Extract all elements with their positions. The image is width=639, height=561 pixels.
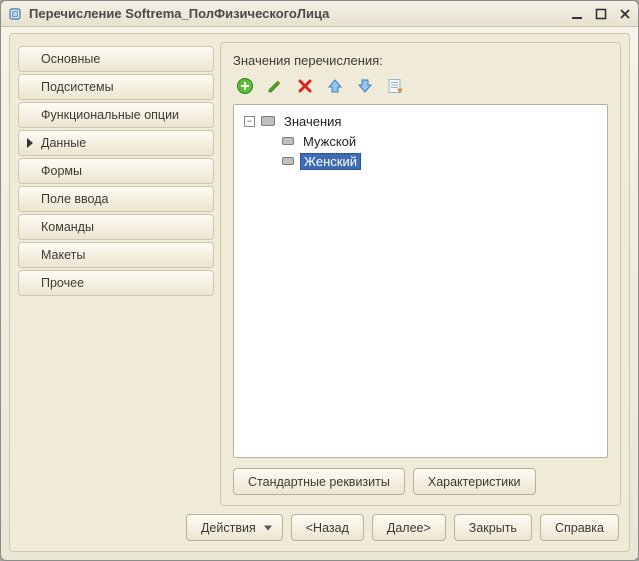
sidebar-item-subsystems[interactable]: Подсистемы	[18, 74, 214, 100]
button-label: Справка	[555, 521, 604, 535]
next-button[interactable]: Далее>	[372, 514, 446, 541]
move-down-button[interactable]	[355, 76, 375, 96]
sidebar-item-label: Функциональные опции	[41, 108, 179, 122]
values-tree[interactable]: − Значения Мужской Женский	[233, 104, 608, 458]
sidebar-item-label: Данные	[41, 136, 86, 150]
tree-root-row[interactable]: − Значения	[238, 111, 603, 131]
folder-icon	[261, 116, 275, 126]
sidebar-item-functional-options[interactable]: Функциональные опции	[18, 102, 214, 128]
sidebar-item-input-field[interactable]: Поле ввода	[18, 186, 214, 212]
footer: Действия <Назад Далее> Закрыть Справка	[18, 514, 621, 541]
window-frame: Перечисление Softrema_ПолФизическогоЛица…	[0, 0, 639, 561]
move-up-button[interactable]	[325, 76, 345, 96]
sidebar-item-commands[interactable]: Команды	[18, 214, 214, 240]
app-icon	[7, 6, 23, 22]
edit-button[interactable]	[265, 76, 285, 96]
list-button[interactable]	[385, 76, 405, 96]
tree-item-label: Женский	[300, 153, 361, 170]
sidebar-item-label: Основные	[41, 52, 100, 66]
close-button[interactable]	[618, 7, 632, 21]
sidebar: Основные Подсистемы Функциональные опции…	[18, 42, 214, 506]
button-label: Далее>	[387, 521, 431, 535]
sidebar-item-label: Поле ввода	[41, 192, 108, 206]
tree-root-label: Значения	[281, 114, 344, 129]
standard-requisites-button[interactable]: Стандартные реквизиты	[233, 468, 405, 495]
tree-item[interactable]: Женский	[238, 151, 603, 171]
content-panel: Значения перечисления:	[220, 42, 621, 506]
actions-dropdown[interactable]: Действия	[186, 514, 283, 541]
sidebar-item-label: Команды	[41, 220, 94, 234]
panel-label: Значения перечисления:	[233, 53, 608, 68]
button-label: Стандартные реквизиты	[248, 475, 390, 489]
sidebar-item-label: Прочее	[41, 276, 84, 290]
item-icon	[282, 137, 294, 145]
collapse-icon[interactable]: −	[244, 116, 255, 127]
tree-item-label: Мужской	[300, 134, 359, 149]
title-bar[interactable]: Перечисление Softrema_ПолФизическогоЛица	[1, 1, 638, 27]
button-label: <Назад	[306, 521, 349, 535]
button-label: Закрыть	[469, 521, 517, 535]
delete-button[interactable]	[295, 76, 315, 96]
sidebar-item-label: Макеты	[41, 248, 85, 262]
characteristics-button[interactable]: Характеристики	[413, 468, 536, 495]
sidebar-item-main[interactable]: Основные	[18, 46, 214, 72]
button-label: Действия	[201, 521, 256, 535]
window-title: Перечисление Softrema_ПолФизическогоЛица	[29, 6, 570, 21]
button-label: Характеристики	[428, 475, 521, 489]
minimize-button[interactable]	[570, 7, 584, 21]
item-icon	[282, 157, 294, 165]
sidebar-item-label: Подсистемы	[41, 80, 114, 94]
back-button[interactable]: <Назад	[291, 514, 364, 541]
sidebar-item-layouts[interactable]: Макеты	[18, 242, 214, 268]
toolbar	[233, 76, 608, 96]
sidebar-item-data[interactable]: Данные	[18, 130, 214, 156]
sidebar-item-forms[interactable]: Формы	[18, 158, 214, 184]
sidebar-item-label: Формы	[41, 164, 82, 178]
maximize-button[interactable]	[594, 7, 608, 21]
help-button[interactable]: Справка	[540, 514, 619, 541]
tree-item[interactable]: Мужской	[238, 131, 603, 151]
close-window-button[interactable]: Закрыть	[454, 514, 532, 541]
add-button[interactable]	[235, 76, 255, 96]
sidebar-item-other[interactable]: Прочее	[18, 270, 214, 296]
